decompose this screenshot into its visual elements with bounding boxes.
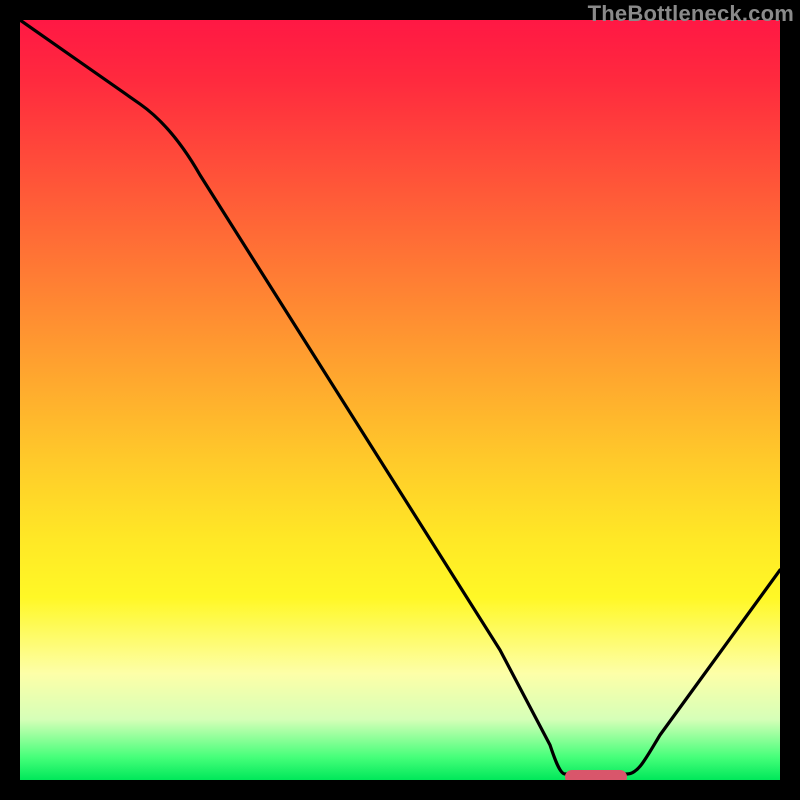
bottleneck-curve (20, 20, 780, 780)
curve-path (20, 20, 780, 774)
plot-area (20, 20, 780, 780)
watermark-text: TheBottleneck.com (588, 1, 794, 27)
optimal-range-marker (565, 770, 627, 780)
chart-canvas: TheBottleneck.com (0, 0, 800, 800)
